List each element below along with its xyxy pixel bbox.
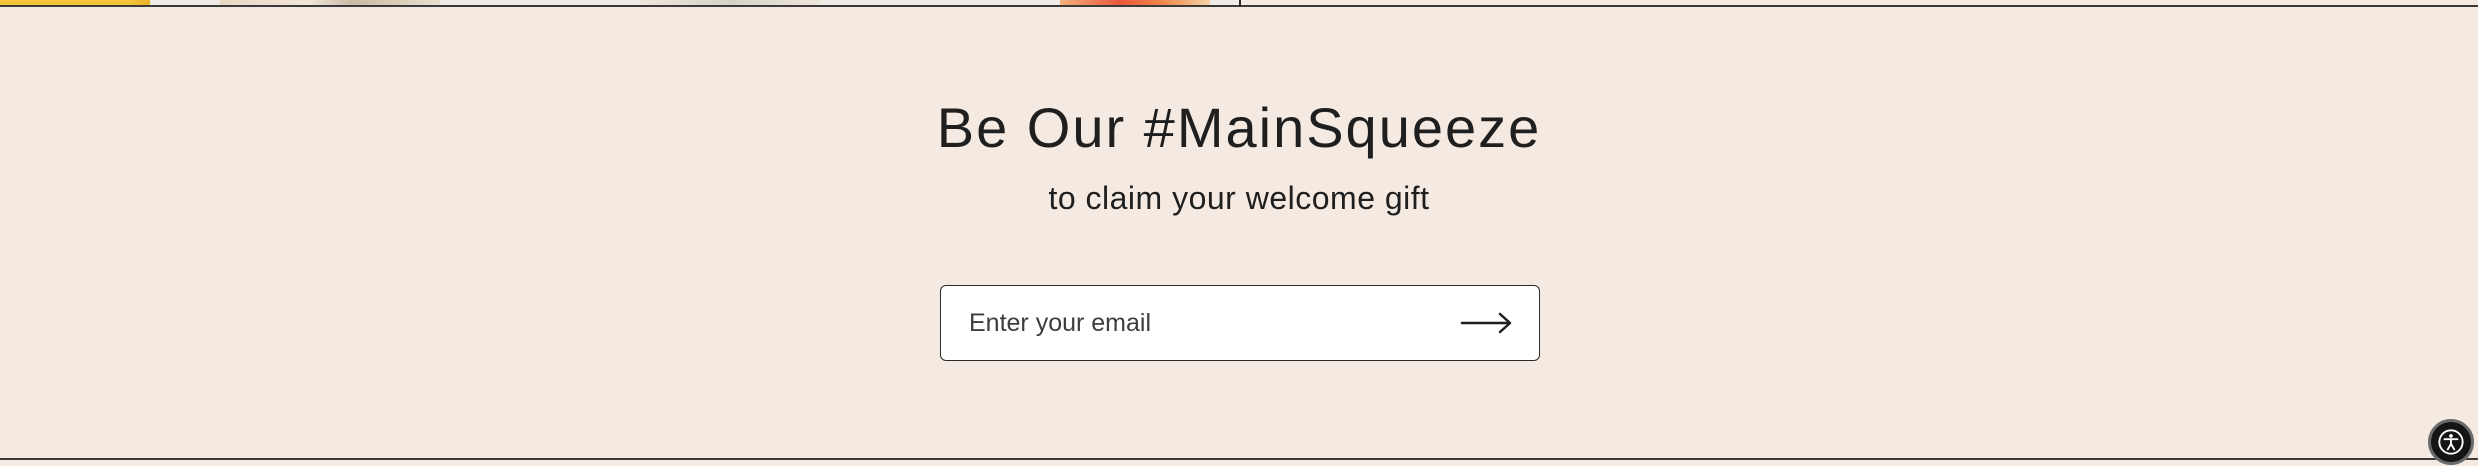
email-input[interactable]	[969, 286, 1439, 360]
newsletter-headline: Be Our #MainSqueeze	[936, 96, 1542, 159]
email-signup-form	[940, 285, 1540, 361]
section-divider-bottom	[0, 458, 2478, 460]
newsletter-subheadline: to claim your welcome gift	[1048, 180, 1430, 216]
submit-button[interactable]	[1459, 304, 1515, 342]
accessibility-icon	[2438, 429, 2464, 455]
image-separator	[1239, 0, 1241, 6]
accessibility-button[interactable]	[2428, 419, 2474, 465]
arrow-right-icon	[1460, 312, 1512, 334]
